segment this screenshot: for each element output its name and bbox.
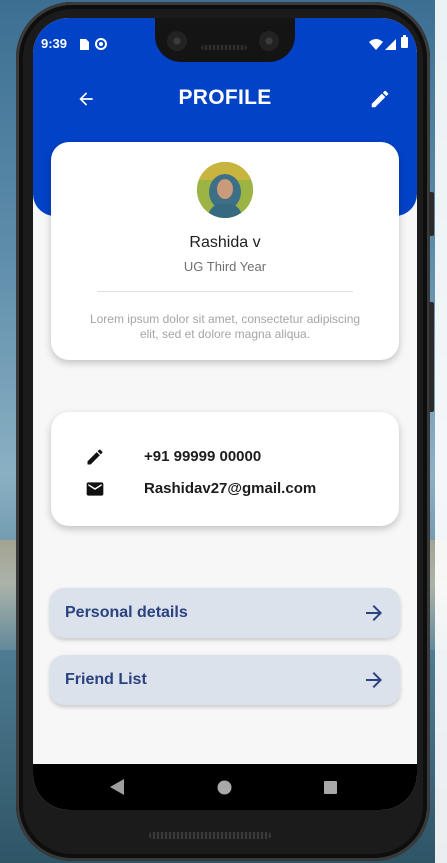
pencil-icon — [87, 449, 103, 465]
at-sign-icon — [95, 37, 107, 50]
wifi-icon — [369, 37, 383, 50]
front-sensor — [259, 31, 279, 51]
back-button[interactable] — [70, 83, 102, 115]
email-address: Rashidav27@gmail.com — [144, 480, 317, 497]
status-time: 9:39 — [41, 36, 68, 51]
bottom-speaker — [149, 832, 271, 839]
front-camera — [167, 31, 187, 51]
back-triangle-icon — [110, 779, 124, 795]
friend-list-button[interactable]: Friend List — [50, 655, 400, 705]
volume-button — [429, 192, 434, 236]
nav-back-button[interactable] — [110, 779, 124, 800]
arrow-right-icon — [366, 672, 382, 688]
sim-card-icon — [79, 37, 89, 50]
background-edge — [435, 0, 447, 863]
signal-icon — [385, 37, 396, 50]
nav-recents-button[interactable] — [324, 781, 337, 799]
recents-square-icon — [324, 781, 337, 794]
earpiece — [201, 45, 247, 50]
avatar — [197, 162, 253, 218]
phone-row[interactable] — [85, 445, 105, 469]
pencil-icon — [371, 90, 389, 108]
power-button — [429, 302, 434, 412]
nav-home-button[interactable] — [217, 780, 232, 800]
friend-list-label: Friend List — [65, 671, 147, 688]
system-nav-bar — [33, 764, 417, 810]
mail-icon — [86, 482, 104, 496]
personal-details-label: Personal details — [65, 604, 188, 621]
screen: 9:39 PROFILE Rashida v UG Third Year Lor… — [33, 18, 417, 810]
arrow-left-icon — [79, 92, 93, 106]
profile-divider — [97, 291, 353, 292]
profile-name: Rashida v — [189, 234, 261, 251]
camera-notch — [155, 18, 295, 62]
personal-details-button[interactable]: Personal details — [50, 588, 400, 638]
profile-subtitle: UG Third Year — [183, 259, 267, 274]
phone-frame: 9:39 PROFILE Rashida v UG Third Year Lor… — [16, 2, 434, 861]
arrow-right-icon — [366, 605, 382, 621]
edit-profile-button[interactable] — [364, 83, 396, 115]
battery-icon — [401, 35, 408, 48]
email-row[interactable] — [85, 477, 105, 501]
contact-card — [51, 412, 399, 526]
phone-number: +91 99999 00000 — [144, 448, 262, 465]
home-circle-icon — [217, 780, 232, 795]
profile-bio: Lorem ipsum dolor sit amet, consectetur … — [89, 312, 361, 341]
